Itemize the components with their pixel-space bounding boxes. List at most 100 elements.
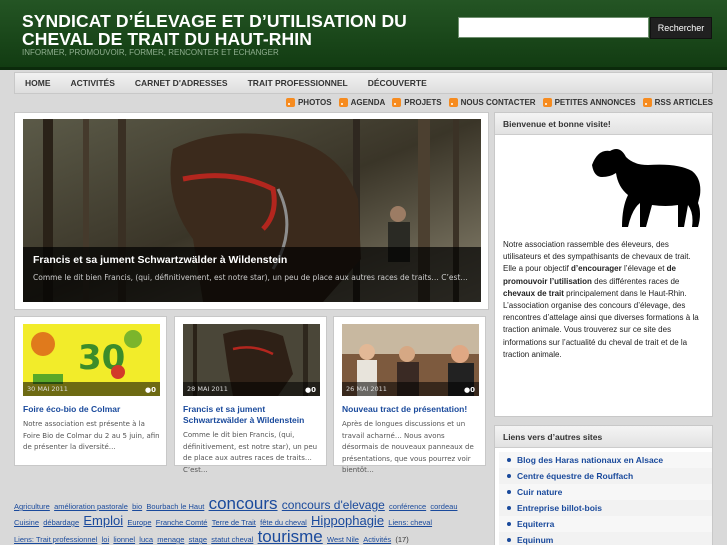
site-header: SYNDICAT D’ÉLEVAGE ET D’UTILISATION DU C… — [0, 0, 727, 70]
links-widget: Liens vers d’autres sites Blog des Haras… — [494, 425, 713, 545]
sublink-annonces[interactable]: PETITES ANNONCES — [542, 98, 636, 107]
nav-item-decouverte[interactable]: DÉCOUVERTE — [358, 78, 437, 88]
secondary-links: PHOTOS AGENDA PROJETS NOUS CONTACTER PET… — [285, 98, 713, 107]
post-date: 28 MAI 2011 — [183, 382, 320, 396]
rss-icon — [448, 98, 458, 107]
tag-link[interactable]: Hippophagie — [311, 513, 384, 528]
bullet-icon — [507, 474, 511, 478]
tag-link[interactable]: Emploi — [83, 513, 123, 528]
tag-link[interactable]: bio — [132, 502, 142, 511]
featured-image[interactable]: Francis et sa jument Schwartzwälder à Wi… — [23, 119, 481, 302]
sublink-photos[interactable]: PHOTOS — [285, 98, 332, 107]
welcome-segment: l’élevage et — [621, 264, 667, 274]
bullet-icon — [507, 490, 511, 494]
bullet-icon — [507, 506, 511, 510]
sublink-label: PETITES ANNONCES — [554, 98, 636, 107]
welcome-segment: principalement dans le Haut-Rhin. L’asso… — [503, 288, 699, 359]
tag-link[interactable]: conférence — [389, 502, 426, 511]
comment-count[interactable]: ●0 — [464, 386, 475, 394]
link-item[interactable]: Equiterra — [499, 516, 712, 532]
welcome-text: Notre association rassemble des éleveurs… — [503, 239, 706, 361]
welcome-emphasis: chevaux de trait — [503, 288, 564, 298]
tag-link[interactable]: concours d'elevage — [282, 498, 385, 512]
tag-link[interactable]: Liens: Trait professionnel — [14, 535, 97, 544]
post-card: 26 MAI 2011 ●0 Nouveau tract de présenta… — [333, 316, 486, 474]
widget-title: Liens vers d’autres sites — [495, 426, 712, 448]
sublink-label: AGENDA — [350, 98, 386, 107]
tag-link[interactable]: Cuisine — [14, 518, 39, 527]
featured-title[interactable]: Francis et sa jument Schwartzwälder à Wi… — [33, 254, 287, 266]
search-input[interactable] — [458, 17, 649, 38]
tag-link[interactable]: amélioration pastorale — [54, 502, 128, 511]
link-item[interactable]: Entreprise billot-bois — [499, 500, 712, 516]
comment-count-value: 0 — [151, 386, 156, 394]
comment-count[interactable]: ●0 — [145, 386, 156, 394]
comment-count-value: 0 — [311, 386, 316, 394]
sublink-label: PROJETS — [404, 98, 442, 107]
nav-item-carnet[interactable]: CARNET D'ADRESSES — [125, 78, 238, 88]
post-card: 28 MAI 2011 ●0 Francis et sa jument Schw… — [174, 316, 327, 474]
tag-link[interactable]: luca — [139, 535, 153, 544]
post-thumbnail[interactable]: 28 MAI 2011 ●0 — [183, 324, 320, 396]
tag-link[interactable]: tourisme — [258, 527, 323, 545]
bullet-icon — [507, 522, 511, 526]
sublink-projets[interactable]: PROJETS — [392, 98, 442, 107]
welcome-segment: des différentes races de — [591, 276, 680, 286]
tag-link[interactable]: cordeau — [430, 502, 457, 511]
tag-link[interactable]: Franche Comté — [156, 518, 208, 527]
welcome-emphasis: d’encourager — [571, 264, 622, 274]
link-label: Entreprise billot-bois — [517, 503, 603, 513]
search-button[interactable]: Rechercher — [650, 17, 712, 39]
link-item[interactable]: Cuir nature — [499, 484, 712, 500]
tag-link[interactable]: fête du cheval — [260, 518, 307, 527]
link-label: Centre équestre de Rouffach — [517, 471, 634, 481]
rss-icon — [392, 98, 402, 107]
bullet-icon — [507, 458, 511, 462]
tag-link[interactable]: lionnel — [113, 535, 135, 544]
post-title[interactable]: Foire éco-bio de Colmar — [23, 404, 163, 415]
tag-link[interactable]: Liens: cheval — [388, 518, 432, 527]
tag-link[interactable]: West Nile — [327, 535, 359, 544]
tag-link[interactable]: Terre de Trait — [212, 518, 256, 527]
links-list: Blog des Haras nationaux en Alsace Centre… — [495, 448, 712, 545]
link-item[interactable]: Blog des Haras nationaux en Alsace — [499, 452, 712, 468]
tag-link[interactable]: loi — [102, 535, 110, 544]
tag-link[interactable]: concours — [209, 494, 278, 513]
post-date: 30 MAI 2011 — [23, 382, 160, 396]
tag-link[interactable]: débardage — [43, 518, 79, 527]
rss-icon — [642, 98, 652, 107]
tag-link[interactable]: Europe — [127, 518, 151, 527]
welcome-widget: Bienvenue et bonne visite! Notre associa… — [494, 112, 713, 417]
post-thumbnail[interactable]: 26 MAI 2011 ●0 — [342, 324, 479, 396]
nav-item-home[interactable]: HOME — [15, 78, 61, 88]
post-excerpt: Après de longues discussions et un trava… — [342, 420, 474, 474]
site-tagline: INFORMER, PROMOUVOIR, FORMER, RENCONTER … — [22, 48, 279, 57]
post-title[interactable]: Francis et sa jument Schwartzwälder à Wi… — [183, 404, 323, 426]
featured-post: Francis et sa jument Schwartzwälder à Wi… — [14, 112, 489, 310]
nav-item-activites[interactable]: ACTIVITÉS — [61, 78, 125, 88]
comment-count[interactable]: ●0 — [305, 386, 316, 394]
tag-link[interactable]: statut cheval — [211, 535, 253, 544]
post-thumbnail[interactable]: 30 30 MAI 2011 ●0 — [23, 324, 160, 396]
tag-link[interactable]: Activités — [363, 535, 391, 544]
post-excerpt: Comme le dit bien Francis, (qui, définit… — [183, 431, 318, 474]
sublink-label: NOUS CONTACTER — [460, 98, 536, 107]
comment-count-value: 0 — [470, 386, 475, 394]
sublink-contact[interactable]: NOUS CONTACTER — [448, 98, 536, 107]
featured-excerpt: Comme le dit bien Francis, (qui, définit… — [33, 273, 468, 282]
sublink-agenda[interactable]: AGENDA — [338, 98, 386, 107]
post-date: 26 MAI 2011 — [342, 382, 479, 396]
site-title[interactable]: SYNDICAT D’ÉLEVAGE ET D’UTILISATION DU C… — [22, 12, 462, 48]
tag-link[interactable]: Bourbach le Haut — [146, 502, 204, 511]
widget-title: Bienvenue et bonne visite! — [495, 113, 712, 135]
link-item[interactable]: Equinum — [499, 532, 712, 545]
draft-horse-logo — [592, 149, 701, 227]
tag-link[interactable]: menage — [157, 535, 184, 544]
tag-link[interactable]: stage — [189, 535, 207, 544]
link-item[interactable]: Centre équestre de Rouffach — [499, 468, 712, 484]
nav-item-trait-pro[interactable]: TRAIT PROFESSIONNEL — [238, 78, 358, 88]
tag-link[interactable]: Agriculture — [14, 502, 50, 511]
sublink-rss-articles[interactable]: RSS ARTICLES — [642, 98, 713, 107]
post-title[interactable]: Nouveau tract de présentation! — [342, 404, 482, 415]
featured-caption: Francis et sa jument Schwartzwälder à Wi… — [23, 247, 481, 302]
